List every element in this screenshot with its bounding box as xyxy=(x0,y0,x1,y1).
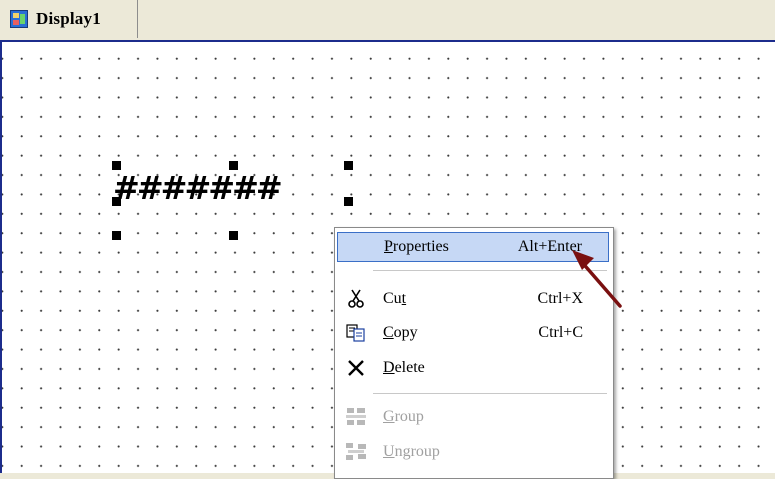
group-icon xyxy=(343,404,369,430)
group-mnemonic: G xyxy=(383,408,395,425)
tab-label: Display1 xyxy=(36,9,101,28)
annotation-arrow-icon xyxy=(572,250,622,308)
group-label: roup xyxy=(394,408,424,425)
delete-mnemonic: D xyxy=(383,359,395,376)
display-icon xyxy=(10,10,28,28)
tab-display1[interactable]: Display1 xyxy=(0,0,138,38)
document-tab-bar: Display1 xyxy=(0,0,775,40)
cut-mnemonic: t xyxy=(401,290,407,307)
copy-icon xyxy=(343,320,369,346)
menu-item-copy[interactable]: Copy Ctrl+C xyxy=(337,318,609,348)
ungroup-icon xyxy=(343,439,369,465)
copy-mnemonic: C xyxy=(383,324,394,341)
selection-handle[interactable] xyxy=(344,197,353,206)
widget-value-text: ####### xyxy=(113,169,283,207)
menu-item-delete[interactable]: Delete xyxy=(337,353,609,383)
cut-label: Cu xyxy=(383,290,402,307)
properties-mnemonic: P xyxy=(384,238,393,255)
menu-item-ungroup[interactable]: Ungroup xyxy=(337,437,609,467)
menu-item-group[interactable]: Group xyxy=(337,402,609,432)
selection-handle[interactable] xyxy=(229,231,238,240)
selection-handle[interactable] xyxy=(344,161,353,170)
delete-label: elete xyxy=(394,359,425,376)
ungroup-mnemonic: U xyxy=(383,443,395,460)
copy-label: opy xyxy=(393,324,418,341)
copy-accelerator: Ctrl+C xyxy=(538,324,583,341)
properties-label: roperties xyxy=(392,238,449,255)
menu-separator xyxy=(373,393,607,394)
ungroup-label: ngroup xyxy=(394,443,440,460)
selection-handle[interactable] xyxy=(112,231,121,240)
scissors-icon xyxy=(343,286,369,312)
delete-x-icon xyxy=(343,355,369,381)
